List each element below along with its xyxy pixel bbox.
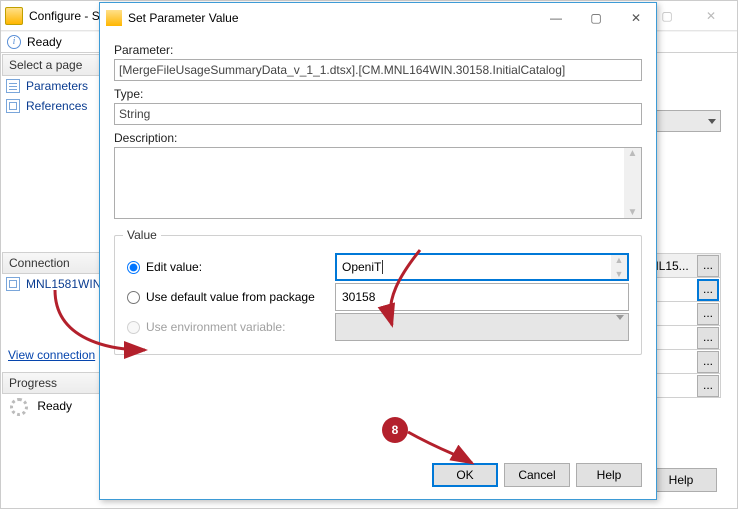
dialog-help-button[interactable]: Help: [576, 463, 642, 487]
scroll-down-icon: ▼: [615, 269, 624, 279]
close-button-bg: ✕: [689, 2, 733, 30]
edit-value-radio-input[interactable]: [127, 261, 140, 274]
value-group: Value Edit value: OpeniT ▲ ▼ Use d: [114, 235, 642, 355]
parameters-icon: [6, 79, 20, 93]
env-var-radio: Use environment variable:: [127, 320, 327, 334]
cancel-button[interactable]: Cancel: [504, 463, 570, 487]
dialog-body: Parameter: [MergeFileUsageSummaryData_v_…: [100, 33, 656, 451]
page-references-label: References: [26, 99, 87, 113]
env-var-combo: [335, 313, 629, 341]
description-field[interactable]: ▲ ▼: [114, 147, 642, 219]
scroll-up-icon: ▲: [628, 148, 638, 159]
scroll-up-icon: ▲: [615, 255, 624, 265]
info-icon: i: [7, 35, 21, 49]
default-value-radio[interactable]: Use default value from package: [127, 290, 327, 304]
ok-button[interactable]: OK: [432, 463, 498, 487]
grid-ellipsis-button[interactable]: ...: [697, 303, 719, 325]
grid-ellipsis-button[interactable]: ...: [697, 351, 719, 373]
default-value-radio-input[interactable]: [127, 291, 140, 304]
progress-status-label: Ready: [37, 399, 72, 413]
dialog-icon: [106, 10, 122, 26]
scroll-down-icon: ▼: [628, 207, 638, 218]
close-button[interactable]: ✕: [616, 4, 656, 32]
dialog-title: Set Parameter Value: [122, 11, 536, 25]
references-icon: [6, 99, 20, 113]
default-value-text: 30158: [342, 290, 375, 304]
default-value-label: Use default value from package: [146, 290, 315, 304]
type-value: String: [119, 107, 150, 121]
chevron-down-icon: [616, 315, 624, 334]
description-label: Description:: [114, 131, 642, 145]
connection-node-label: MNL1581WIN: [26, 277, 101, 291]
env-var-radio-input: [127, 321, 140, 334]
env-var-label: Use environment variable:: [146, 320, 285, 334]
edit-input-scrollbar[interactable]: ▲ ▼: [611, 255, 627, 279]
minimize-button[interactable]: —: [536, 4, 576, 32]
parameter-field[interactable]: [MergeFileUsageSummaryData_v_1_1.dtsx].[…: [114, 59, 642, 81]
chevron-down-icon: [708, 119, 716, 124]
set-parameter-dialog: Set Parameter Value — ▢ ✕ Parameter: [Me…: [99, 2, 657, 500]
grid-ellipsis-button[interactable]: ...: [697, 279, 719, 301]
app-icon: [5, 7, 23, 25]
text-caret: [382, 260, 383, 274]
server-icon: [6, 277, 20, 291]
type-field[interactable]: String: [114, 103, 642, 125]
ready-text: Ready: [27, 35, 62, 49]
edit-value-text: OpeniT: [342, 260, 381, 274]
grid-ellipsis-button[interactable]: ...: [697, 375, 719, 397]
edit-value-input[interactable]: OpeniT ▲ ▼: [335, 253, 629, 281]
maximize-button[interactable]: ▢: [576, 4, 616, 32]
default-value-field: 30158: [335, 283, 629, 311]
edit-value-radio[interactable]: Edit value:: [127, 260, 327, 274]
dialog-titlebar[interactable]: Set Parameter Value — ▢ ✕: [100, 3, 656, 33]
grid-header-ellipsis[interactable]: ...: [697, 255, 719, 277]
view-connection-link[interactable]: View connection: [2, 344, 101, 366]
edit-value-label: Edit value:: [146, 260, 202, 274]
value-legend: Value: [123, 228, 161, 242]
grid-ellipsis-button[interactable]: ...: [697, 327, 719, 349]
progress-spinner-icon: [10, 398, 28, 416]
type-label: Type:: [114, 87, 642, 101]
parameter-label: Parameter:: [114, 43, 642, 57]
parameter-value: [MergeFileUsageSummaryData_v_1_1.dtsx].[…: [119, 63, 565, 77]
description-scrollbar[interactable]: ▲ ▼: [624, 148, 641, 218]
dialog-button-row: OK Cancel Help: [100, 451, 656, 499]
page-parameters-label: Parameters: [26, 79, 88, 93]
